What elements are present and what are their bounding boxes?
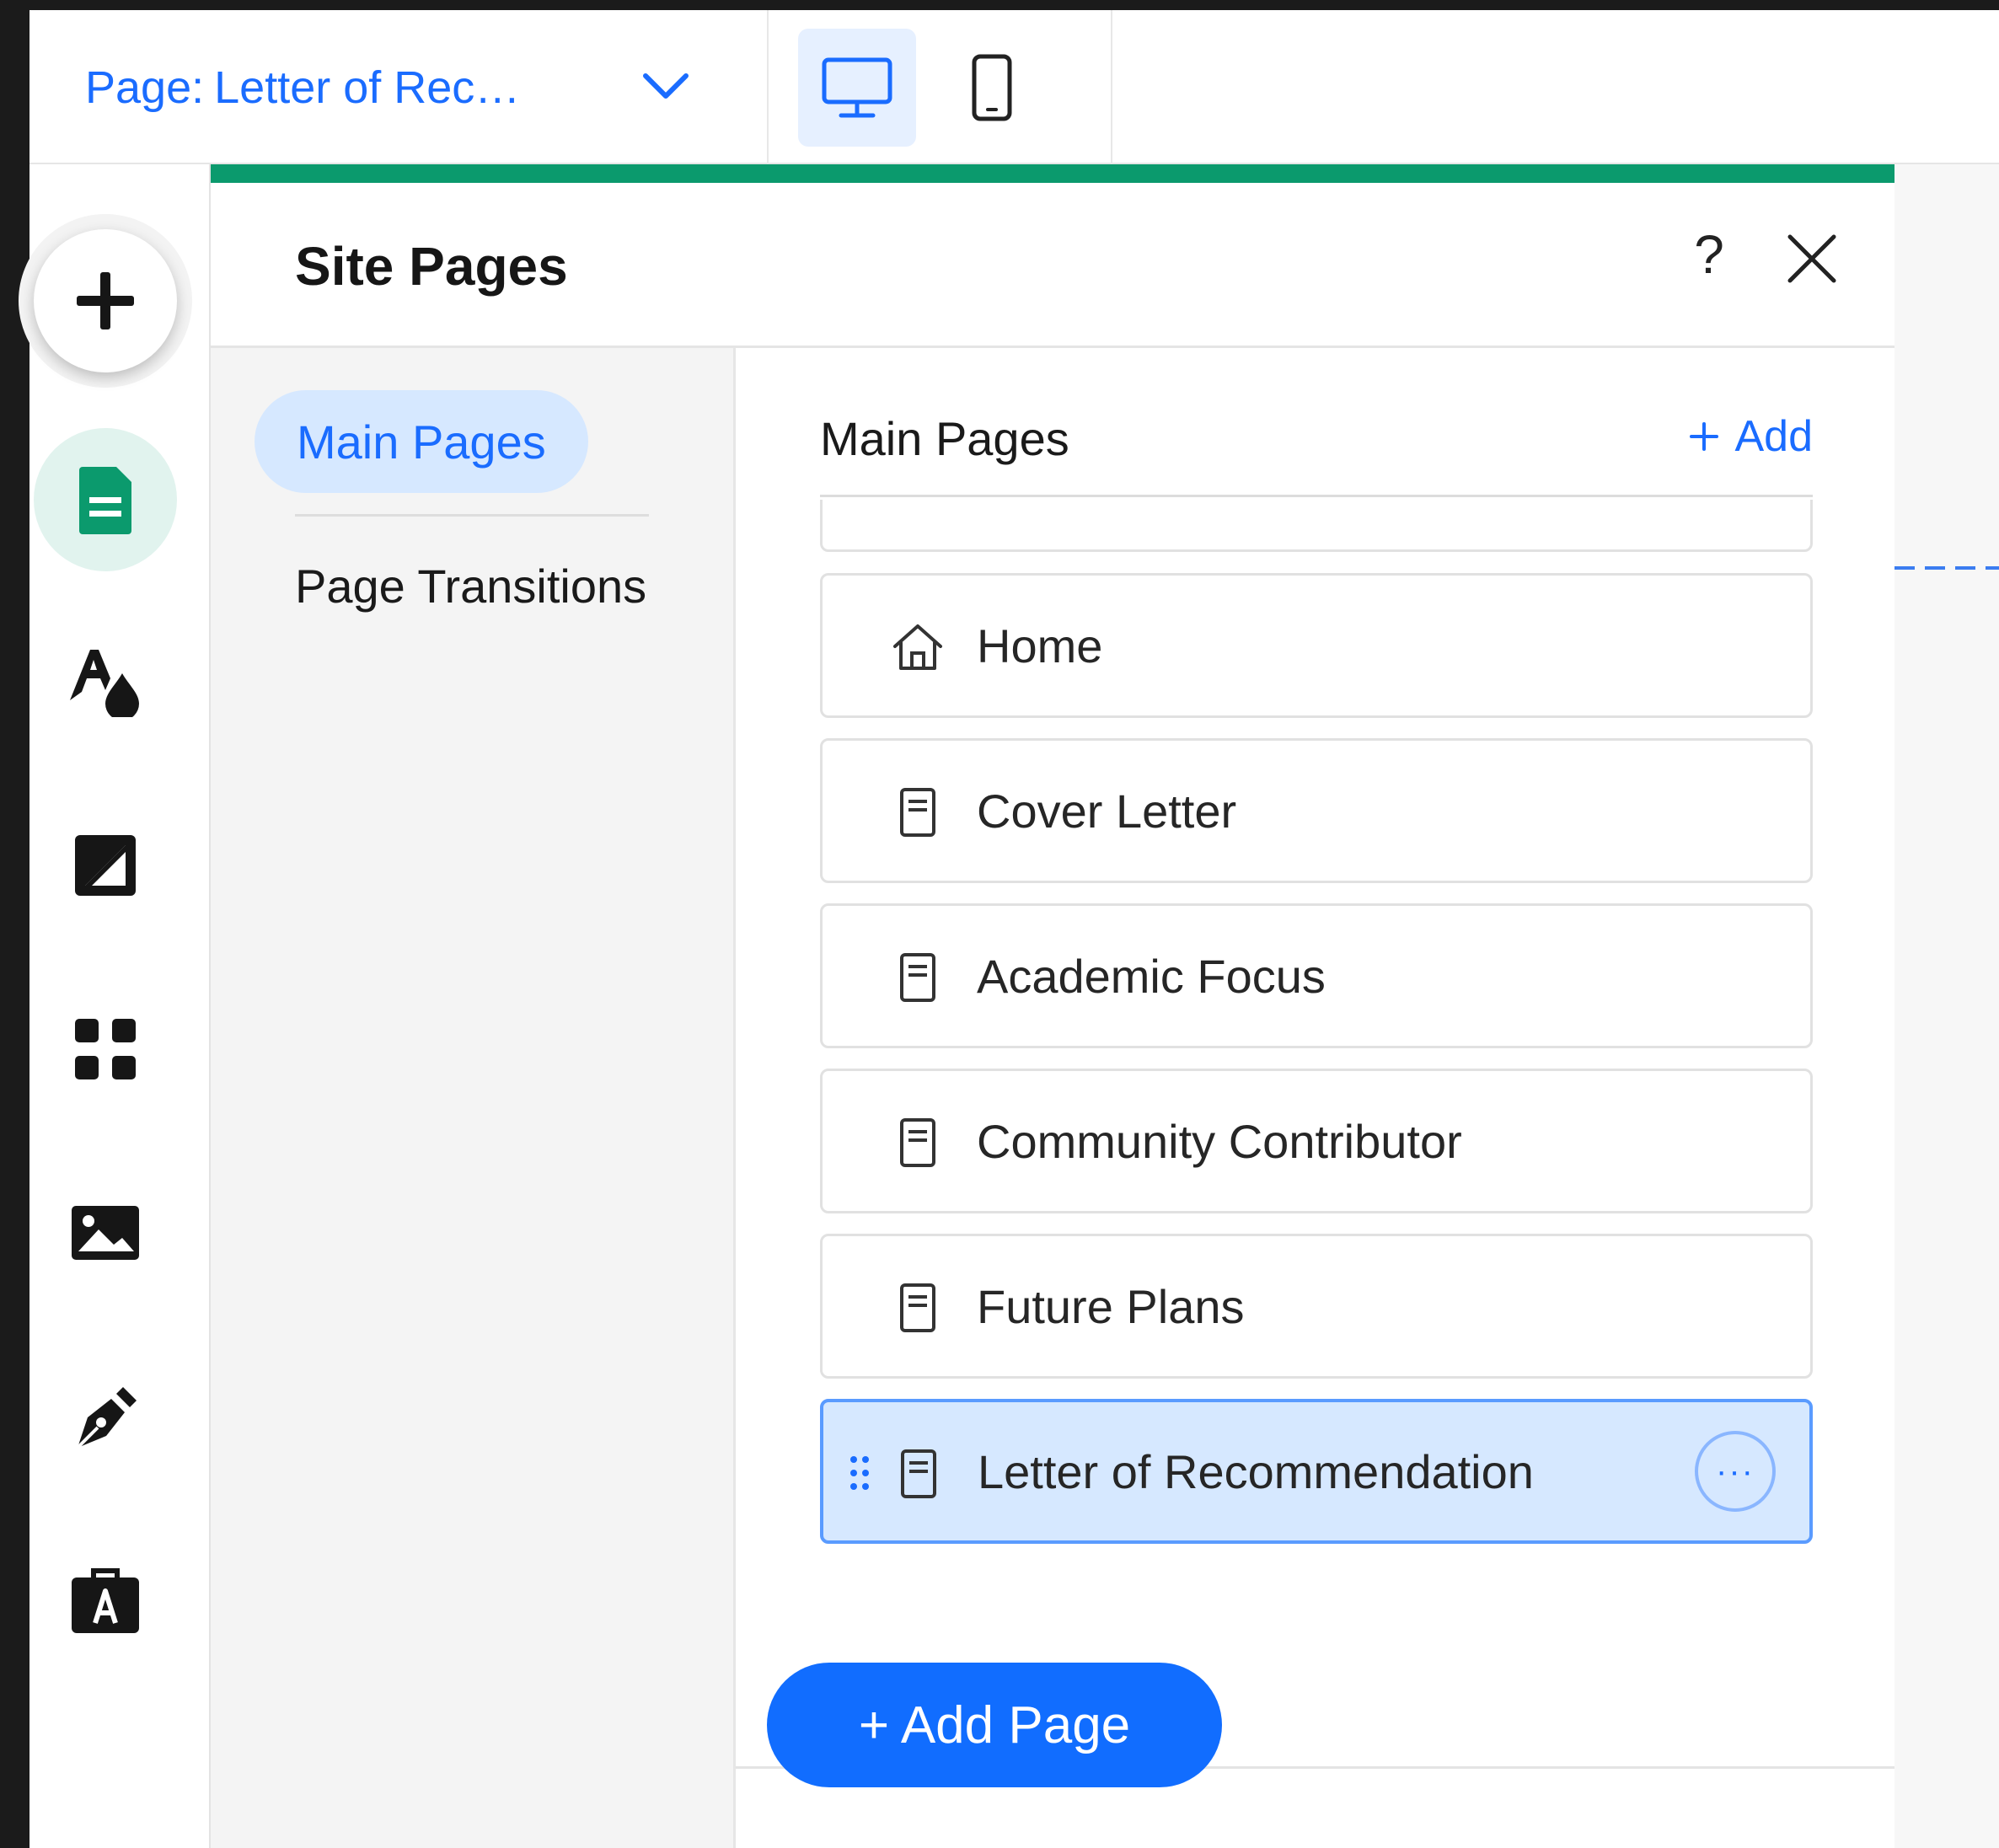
mobile-view-button[interactable] — [933, 29, 1051, 147]
portfolio-icon — [72, 1568, 139, 1633]
top-bar: Page: Letter of Rec… — [29, 10, 1999, 164]
tab-page-transitions[interactable]: Page Transitions — [295, 559, 646, 613]
panel-header: Site Pages ? — [211, 183, 1894, 348]
page-row-label: Home — [977, 619, 1103, 672]
device-switcher — [769, 10, 1112, 164]
page-row-home[interactable]: Home — [820, 573, 1813, 718]
panel-accent-bar — [211, 164, 1894, 183]
canvas-guide-line — [1894, 566, 1999, 570]
plus-icon — [77, 272, 134, 329]
left-tool-rail — [29, 164, 211, 1848]
page-selector-value: Letter of Rec… — [214, 62, 521, 113]
editor-canvas[interactable] — [1894, 164, 1999, 1848]
page-row-letter-of-recommendation[interactable]: Letter of Recommendation ··· — [820, 1399, 1813, 1544]
mobile-icon — [972, 54, 1012, 121]
add-page-button[interactable]: + Add Page — [767, 1663, 1222, 1787]
background-icon — [75, 835, 136, 896]
pages-list-title: Main Pages — [820, 412, 1069, 465]
panel-title: Site Pages — [295, 236, 568, 297]
apps-button[interactable] — [34, 978, 177, 1121]
desktop-icon — [822, 57, 892, 118]
draw-button[interactable] — [34, 1345, 177, 1488]
page-row-partial[interactable] — [820, 500, 1813, 552]
pages-button[interactable] — [34, 428, 177, 571]
tab-divider — [295, 514, 649, 517]
drag-handle-icon[interactable] — [849, 1454, 871, 1492]
pages-list-header: Main Pages Add — [820, 348, 1813, 497]
page-icon — [900, 953, 935, 1002]
page-row-cover-letter[interactable]: Cover Letter — [820, 738, 1813, 883]
page-icon — [900, 1118, 935, 1167]
media-icon — [72, 1206, 139, 1260]
desktop-view-button[interactable] — [798, 29, 916, 147]
portfolio-button[interactable] — [34, 1529, 177, 1672]
page-row-label: Letter of Recommendation — [978, 1444, 1534, 1498]
background-button[interactable] — [34, 794, 177, 937]
help-button[interactable]: ? — [1671, 217, 1747, 292]
page-row-academic-focus[interactable]: Academic Focus — [820, 903, 1813, 1048]
theme-button[interactable] — [34, 609, 177, 753]
tab-main-pages[interactable]: Main Pages — [255, 390, 588, 493]
help-icon: ? — [1694, 224, 1724, 285]
page-row-label: Community Contributor — [977, 1114, 1462, 1168]
add-link-label: Add — [1734, 412, 1813, 461]
page-row-label: Cover Letter — [977, 784, 1237, 838]
page-row-label: Academic Focus — [977, 949, 1326, 1003]
close-icon[interactable] — [1778, 225, 1846, 292]
plus-icon — [1690, 422, 1719, 451]
theme-icon — [70, 650, 139, 717]
page-row-community-contributor[interactable]: Community Contributor — [820, 1069, 1813, 1213]
add-elements-button[interactable] — [34, 229, 177, 372]
page-selector[interactable]: Page: Letter of Rec… — [29, 10, 769, 164]
pages-icon — [79, 467, 131, 534]
site-pages-panel: Site Pages ? Main Pages Page Transitions… — [211, 164, 1894, 1848]
page-icon — [901, 1449, 936, 1498]
page-icon — [900, 788, 935, 837]
page-icon — [900, 1283, 935, 1332]
apps-icon — [75, 1019, 136, 1079]
page-row-future-plans[interactable]: Future Plans — [820, 1234, 1813, 1379]
panel-tabs: Main Pages Page Transitions — [211, 348, 733, 1848]
page-selector-label: Page: — [85, 62, 205, 113]
chevron-down-icon — [643, 73, 689, 99]
pages-list-section: Main Pages Add Home Cover Letter Academi… — [733, 348, 1894, 1848]
add-link[interactable]: Add — [1689, 411, 1813, 462]
more-actions-button[interactable]: ··· — [1695, 1431, 1776, 1512]
pages-list[interactable]: Home Cover Letter Academic Focus Communi… — [820, 500, 1813, 1764]
media-button[interactable] — [34, 1161, 177, 1304]
page-row-label: Future Plans — [977, 1279, 1245, 1333]
pen-icon — [76, 1387, 137, 1449]
home-icon — [893, 624, 942, 670]
